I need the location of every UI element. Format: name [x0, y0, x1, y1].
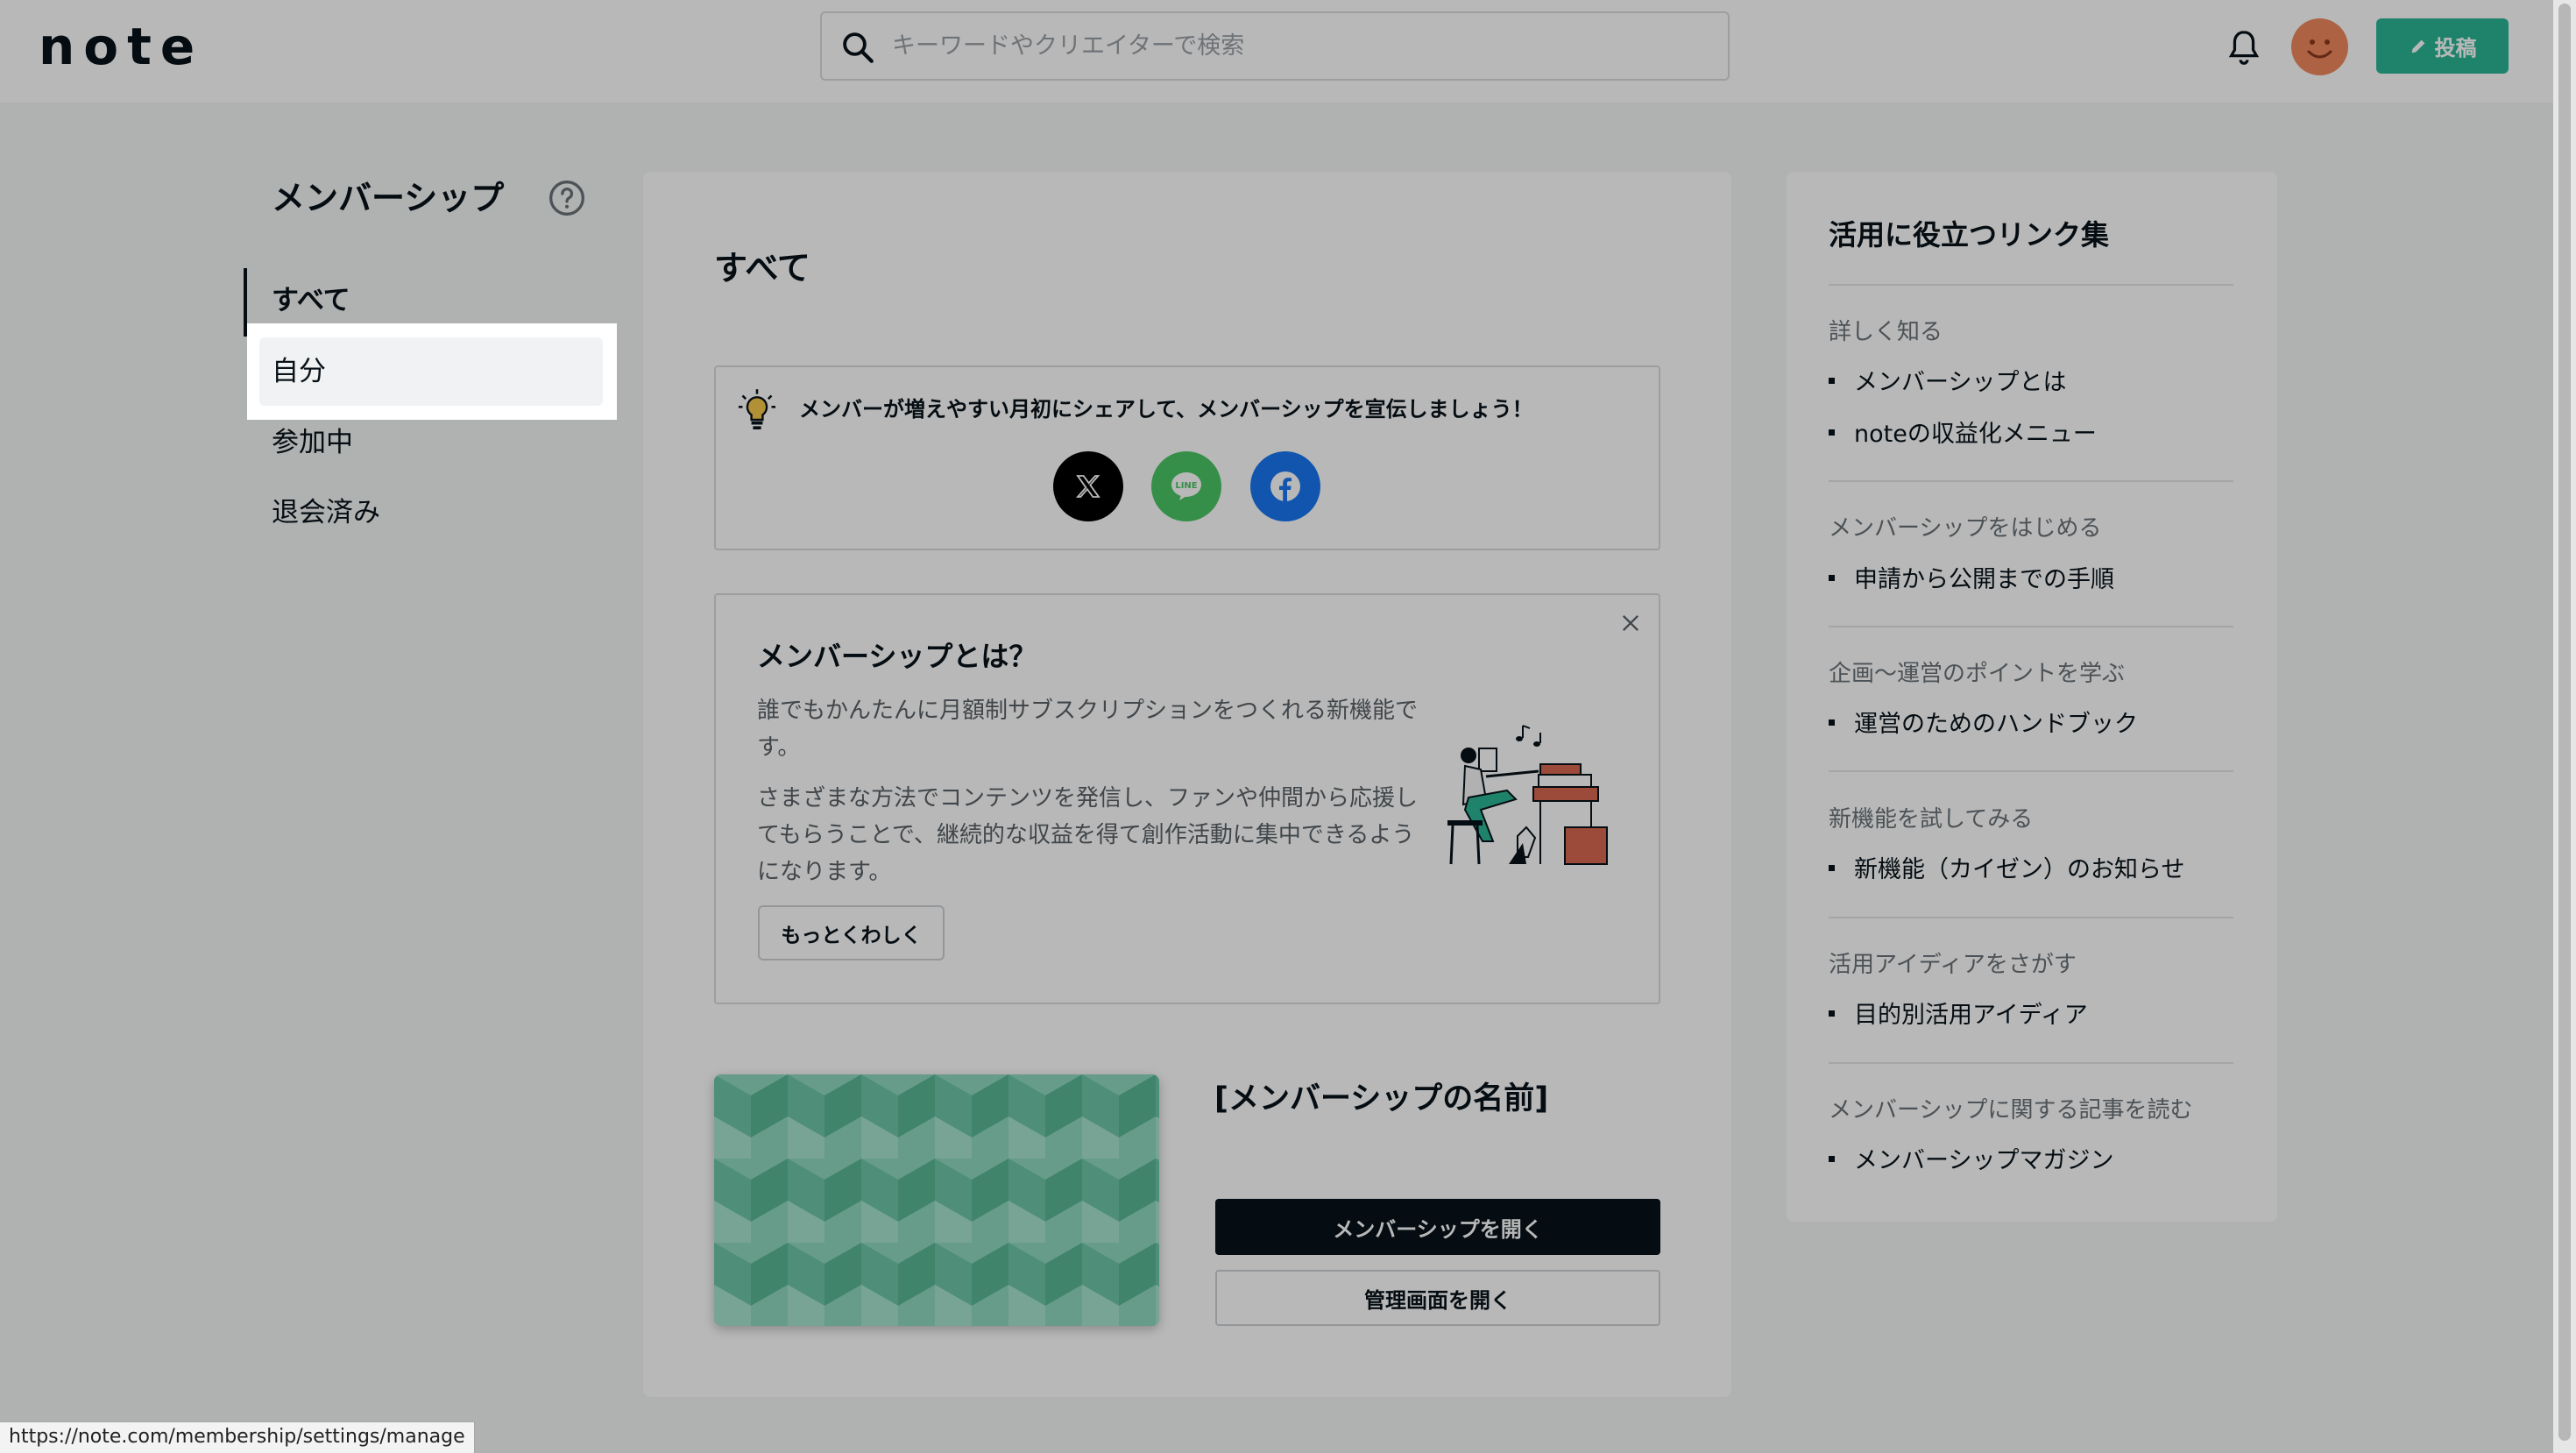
- divider: [1829, 770, 2233, 772]
- share-prompt: メンバーが増えやすい月初にシェアして、メンバーシップを宣伝しましょう！: [799, 397, 1533, 422]
- open-membership-button[interactable]: メンバーシップを開く: [1215, 1199, 1660, 1255]
- search-icon: [843, 32, 874, 63]
- spotlight-highlight: 自分: [247, 323, 617, 420]
- link-monetize-menu[interactable]: noteの収益化メニュー: [1829, 416, 2097, 453]
- sidebar-item-joined[interactable]: 参加中: [272, 422, 353, 463]
- about-title: メンバーシップとは？: [757, 640, 1037, 673]
- learn-more-button[interactable]: もっとくわしく: [758, 905, 945, 960]
- divider: [1829, 284, 2233, 286]
- links-heading-ideas: 活用アイディアをさがす: [1829, 952, 2077, 978]
- lightbulb-icon: [738, 389, 776, 429]
- links-heading-start: メンバーシップをはじめる: [1829, 515, 2102, 542]
- divider: [1829, 917, 2233, 918]
- pattern-cover-icon: [714, 1074, 1159, 1326]
- link-ideas[interactable]: 目的別活用アイディア: [1829, 997, 2088, 1034]
- page-scrollbar[interactable]: [2553, 0, 2576, 1453]
- search-input[interactable]: キーワードやクリエイターで検索: [892, 13, 1244, 79]
- search-box[interactable]: キーワードやクリエイターで検索: [820, 11, 1730, 81]
- status-bar-url: https://note.com/membership/settings/man…: [0, 1421, 475, 1453]
- line-logo-icon: LINE: [1171, 472, 1201, 500]
- divider: [1829, 480, 2233, 482]
- sidebar-item-all[interactable]: すべて: [272, 280, 350, 321]
- links-title: 活用に役立つリンク集: [1829, 218, 2110, 252]
- share-line-button[interactable]: LINE: [1151, 451, 1221, 521]
- sidebar-title: メンバーシップ: [272, 179, 505, 217]
- open-admin-button[interactable]: 管理画面を開く: [1215, 1270, 1660, 1326]
- note-logo[interactable]: note: [39, 19, 203, 74]
- x-logo-icon: [1075, 475, 1100, 498]
- post-button[interactable]: 投稿: [2376, 18, 2509, 74]
- about-description-2: さまざまな方法でコンテンツを発信し、ファンや仲間から応援してもらうことで、継続的…: [757, 785, 1419, 885]
- share-x-button[interactable]: [1053, 451, 1123, 521]
- links-heading-new-features: 新機能を試してみる: [1829, 806, 2034, 833]
- sidebar-item-left[interactable]: 退会済み: [272, 493, 380, 533]
- smile-avatar-icon: [2307, 39, 2332, 59]
- creator-illustration: [1447, 725, 1608, 865]
- svg-text:LINE: LINE: [1175, 481, 1197, 491]
- link-about-membership[interactable]: メンバーシップとは: [1829, 365, 2066, 401]
- link-application-steps[interactable]: 申請から公開までの手順: [1829, 562, 2114, 599]
- facebook-logo-icon: [1270, 471, 1300, 501]
- about-description-1: 誰でもかんたんに月額制サブスクリプションをつくれる新機能です。: [757, 698, 1419, 761]
- membership-cover-image[interactable]: [714, 1074, 1159, 1326]
- links-heading-learn: 詳しく知る: [1829, 319, 1943, 345]
- scrollbar-thumb[interactable]: [2558, 4, 2571, 1441]
- pencil-icon: [2411, 39, 2424, 53]
- post-button-label: 投稿: [2434, 36, 2477, 60]
- help-icon[interactable]: [548, 179, 586, 217]
- link-magazine[interactable]: メンバーシップマガジン: [1829, 1143, 2113, 1180]
- links-heading-planning: 企画〜運営のポイントを学ぶ: [1829, 661, 2126, 687]
- share-facebook-button[interactable]: [1250, 451, 1320, 521]
- links-heading-articles: メンバーシップに関する記事を読む: [1829, 1097, 2193, 1123]
- divider: [1829, 626, 2233, 627]
- site-header: note キーワードやクリエイターで検索 投稿: [0, 0, 2576, 103]
- sidebar-item-mine-label[interactable]: 自分: [272, 351, 326, 392]
- close-icon[interactable]: [1618, 611, 1643, 635]
- notification-bell-icon[interactable]: [2224, 26, 2264, 68]
- user-avatar[interactable]: [2291, 18, 2348, 75]
- link-new-features[interactable]: 新機能（カイゼン）のお知らせ: [1829, 852, 2184, 889]
- link-handbook[interactable]: 運営のためのハンドブック: [1829, 706, 2138, 743]
- membership-name: [メンバーシップの名前]: [1214, 1081, 1549, 1116]
- divider: [1829, 1062, 2233, 1064]
- page-title: すべて: [714, 249, 810, 287]
